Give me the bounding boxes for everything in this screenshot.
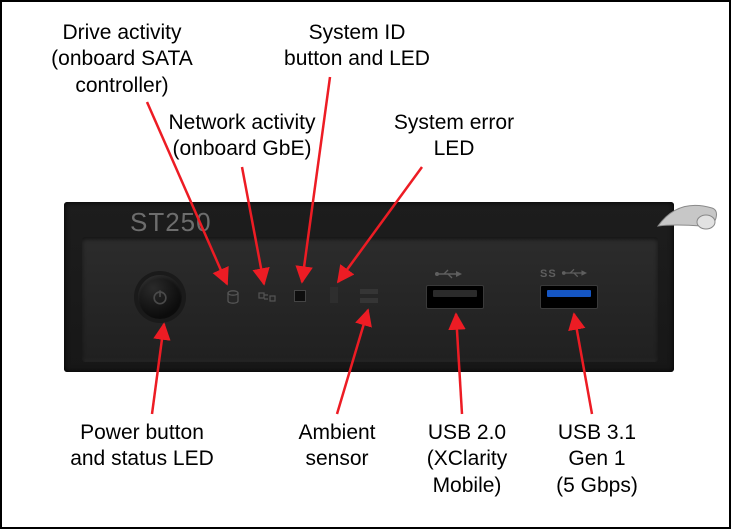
- label-network-activity: Network activity (onboard GbE): [142, 110, 342, 163]
- superspeed-icon: SS: [540, 267, 587, 280]
- label-drive-activity: Drive activity (onboard SATA controller): [22, 20, 222, 99]
- model-label: ST250: [130, 207, 212, 238]
- power-icon: [150, 287, 170, 307]
- usb-icon: [434, 268, 462, 283]
- label-power-button: Power button and status LED: [42, 420, 242, 473]
- label-ambient-sensor: Ambient sensor: [272, 420, 402, 473]
- usb-3-port[interactable]: [540, 285, 598, 309]
- diagram-frame: Drive activity (onboard SATA controller)…: [0, 0, 731, 529]
- label-system-id: System ID button and LED: [257, 20, 457, 73]
- latch: [656, 192, 726, 252]
- label-usb31: USB 3.1 Gen 1 (5 Gbps): [532, 420, 662, 499]
- usb-2-port[interactable]: [426, 285, 484, 309]
- label-usb20: USB 2.0 (XClarity Mobile): [402, 420, 532, 499]
- system-error-led: [330, 287, 338, 303]
- label-system-error: System error LED: [364, 110, 544, 163]
- system-id-button[interactable]: [294, 290, 306, 302]
- network-activity-led: [258, 290, 276, 309]
- drive-activity-led: [226, 290, 240, 311]
- power-button[interactable]: [138, 275, 182, 319]
- ambient-sensor: [360, 289, 378, 303]
